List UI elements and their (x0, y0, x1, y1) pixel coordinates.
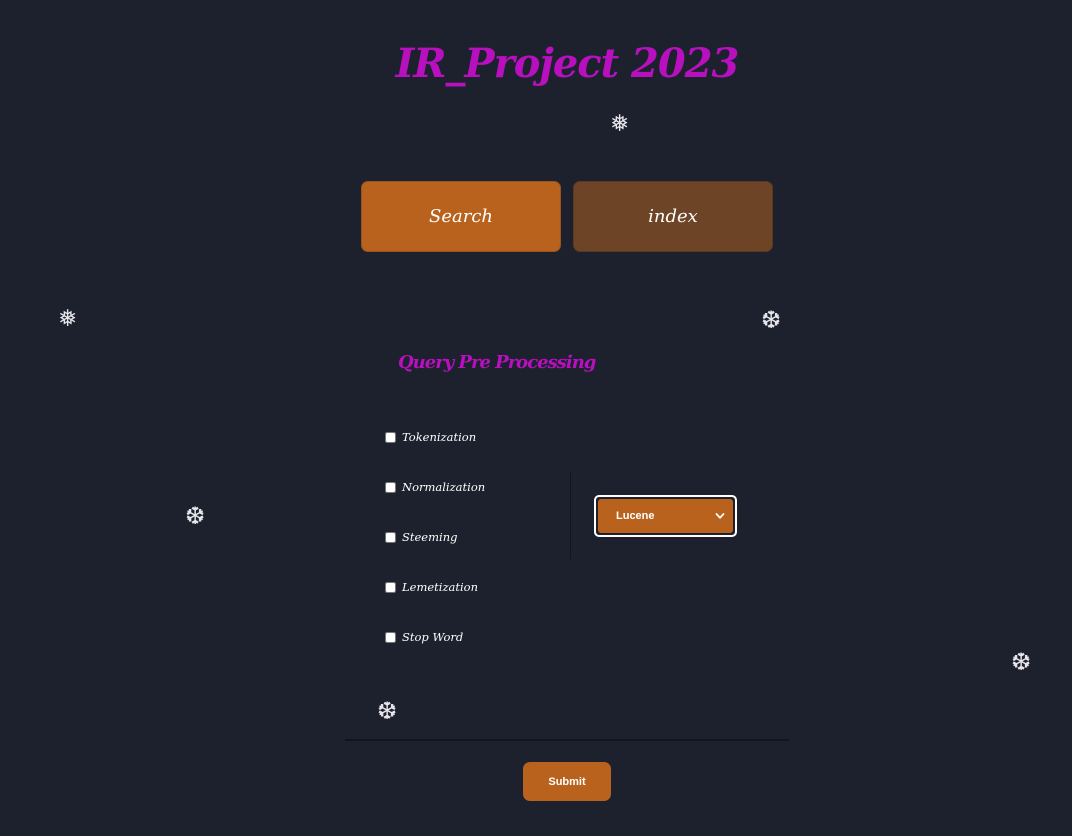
stop-word-label: Stop Word (402, 630, 464, 644)
option-tokenization[interactable]: Tokenization (385, 430, 476, 444)
tokenization-checkbox[interactable] (385, 431, 396, 443)
page-title: IR_Project 2023 (395, 40, 740, 87)
normalization-label: Normalization (402, 480, 486, 494)
steeming-label: Steeming (402, 530, 458, 544)
option-normalization[interactable]: Normalization (385, 480, 485, 494)
tab-search-label: Search (429, 206, 493, 227)
submit-label: Submit (548, 775, 586, 788)
snowflake-icon: ❆ (185, 502, 206, 530)
snowflake-icon: ❆ (377, 697, 398, 725)
normalization-checkbox[interactable] (385, 481, 396, 493)
snowflake-icon: ❆ (1011, 648, 1032, 676)
snowflake-icon: ❅ (610, 111, 630, 137)
engine-select-box[interactable]: Lucene (598, 499, 733, 533)
chevron-down-icon (715, 513, 725, 519)
tab-search[interactable]: Search (361, 181, 561, 252)
form-divider (345, 739, 789, 741)
tokenization-label: Tokenization (402, 430, 477, 444)
tab-index-label: index (648, 206, 698, 227)
snowflake-icon: ❅ (58, 306, 78, 332)
vertical-divider (570, 472, 571, 559)
option-steeming[interactable]: Steeming (385, 530, 457, 544)
snowflake-icon: ❆ (761, 306, 782, 334)
engine-select-value: Lucene (616, 510, 655, 522)
query-preprocessing-title: Query Pre Processing (398, 352, 596, 373)
option-stop-word[interactable]: Stop Word (385, 630, 463, 644)
steeming-checkbox[interactable] (385, 531, 396, 543)
submit-button[interactable]: Submit (523, 762, 611, 801)
engine-select[interactable]: Lucene (594, 495, 737, 537)
option-lemetization[interactable]: Lemetization (385, 580, 478, 594)
lemetization-checkbox[interactable] (385, 581, 396, 593)
lemetization-label: Lemetization (402, 580, 478, 594)
stop-word-checkbox[interactable] (385, 631, 396, 643)
tab-index[interactable]: index (573, 181, 773, 252)
